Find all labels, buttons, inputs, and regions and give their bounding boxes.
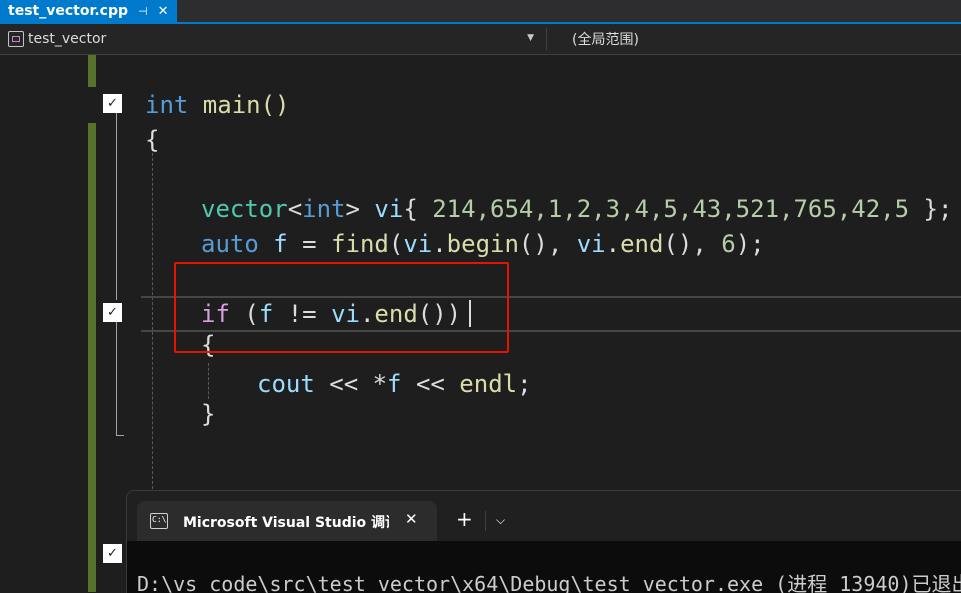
dot: .: [432, 230, 447, 258]
operator-assign: =: [287, 230, 332, 258]
highlight-annotation-box: [174, 262, 509, 353]
function-end: end: [620, 230, 664, 258]
new-tab-button[interactable]: +: [456, 509, 473, 529]
brace: }: [201, 400, 216, 428]
pin-icon[interactable]: ⊣: [138, 5, 148, 18]
function-begin: begin: [446, 230, 519, 258]
close-icon[interactable]: ✕: [158, 4, 169, 19]
function-main: main(): [188, 91, 290, 119]
code-line-cout: cout << *f << endl;: [257, 369, 532, 399]
paren: (),: [518, 230, 577, 258]
outline-line: [116, 113, 117, 300]
code-line-main: int main(): [145, 90, 290, 120]
code-line-open-brace: {: [145, 125, 159, 155]
tab-test-vector-cpp[interactable]: test_vector.cpp ⊣ ✕: [0, 0, 177, 22]
editor-margin: [0, 55, 8, 592]
debug-console-window[interactable]: C:\ Microsoft Visual Studio 调试控制台 ✕ + ⌵ …: [126, 490, 961, 593]
code-line-vector-decl: vector<int> vi{ 214,654,1,2,3,4,5,43,521…: [201, 194, 952, 224]
operator-stream: <<: [401, 370, 460, 398]
document-tab-strip: test_vector.cpp ⊣ ✕: [0, 0, 961, 24]
outline-line: [116, 322, 117, 435]
terminal-tab-title: Microsoft Visual Studio 调试控制台: [183, 515, 389, 531]
paren: (: [388, 230, 404, 258]
variable-cout: cout: [257, 370, 315, 398]
chevron-down-icon[interactable]: ▼: [527, 33, 534, 43]
function-find: find: [331, 230, 389, 258]
angle-open: <: [287, 195, 303, 223]
code-line-find: auto f = find(vi.begin(), vi.end(), 6);: [201, 229, 765, 259]
console-icon: C:\: [150, 513, 168, 529]
outline-end-tick: [116, 435, 124, 436]
brace: {: [145, 126, 160, 154]
number: 6: [721, 230, 736, 258]
nav-divider: [546, 28, 547, 50]
tab-title: test_vector.cpp: [8, 3, 129, 19]
terminal-tab[interactable]: C:\ Microsoft Visual Studio 调试控制台 ✕: [137, 501, 437, 541]
member-scope-dropdown[interactable]: (全局范围): [572, 24, 639, 54]
close-icon[interactable]: ✕: [405, 510, 418, 528]
collapse-region-icon[interactable]: ✓: [103, 544, 122, 563]
paren: (),: [663, 230, 722, 258]
project-scope-label: test_vector: [28, 31, 107, 47]
chevron-down-icon[interactable]: ⌵: [496, 513, 505, 528]
keyword-int: int: [302, 195, 346, 223]
variable-f: f: [258, 230, 288, 258]
paren: );: [735, 230, 765, 258]
operator-stream: << *: [314, 370, 388, 398]
change-bar: [88, 55, 96, 87]
terminal-tab-bar: C:\ Microsoft Visual Studio 调试控制台 ✕ + ⌵: [127, 491, 961, 541]
type-vector: vector: [201, 195, 288, 223]
member-scope-label: (全局范围): [572, 32, 639, 48]
variable-vi: vi: [403, 230, 433, 258]
navigation-bar: test_vector ▼ (全局范围): [0, 24, 961, 55]
project-scope-dropdown[interactable]: test_vector ▼: [8, 24, 542, 54]
number-list: 214,654,1,2,3,4,5,43,521,765,42,5: [432, 195, 910, 223]
indent-guide: [208, 363, 209, 399]
terminal-output-line: D:\vs code\src\test_vector\x64\Debug\tes…: [137, 572, 961, 593]
project-icon: [8, 31, 24, 47]
code-line-close-brace: }: [201, 399, 215, 429]
variable-vi: vi: [359, 195, 404, 223]
collapse-if-icon[interactable]: ✓: [103, 303, 122, 322]
function-endl: endl: [459, 370, 518, 398]
collapse-main-icon[interactable]: ✓: [103, 94, 122, 113]
variable-f: f: [387, 370, 402, 398]
brace: {: [403, 195, 433, 223]
angle-close: >: [345, 195, 360, 223]
brace: };: [909, 195, 953, 223]
dot: .: [605, 230, 621, 258]
semicolon: ;: [517, 370, 532, 398]
terminal-output[interactable]: D:\vs code\src\test_vector\x64\Debug\tes…: [127, 541, 961, 593]
keyword-int: int: [145, 91, 189, 119]
variable-vi: vi: [576, 230, 606, 258]
change-bar: [88, 123, 96, 592]
keyword-auto: auto: [201, 230, 259, 258]
terminal-divider: [485, 511, 486, 531]
